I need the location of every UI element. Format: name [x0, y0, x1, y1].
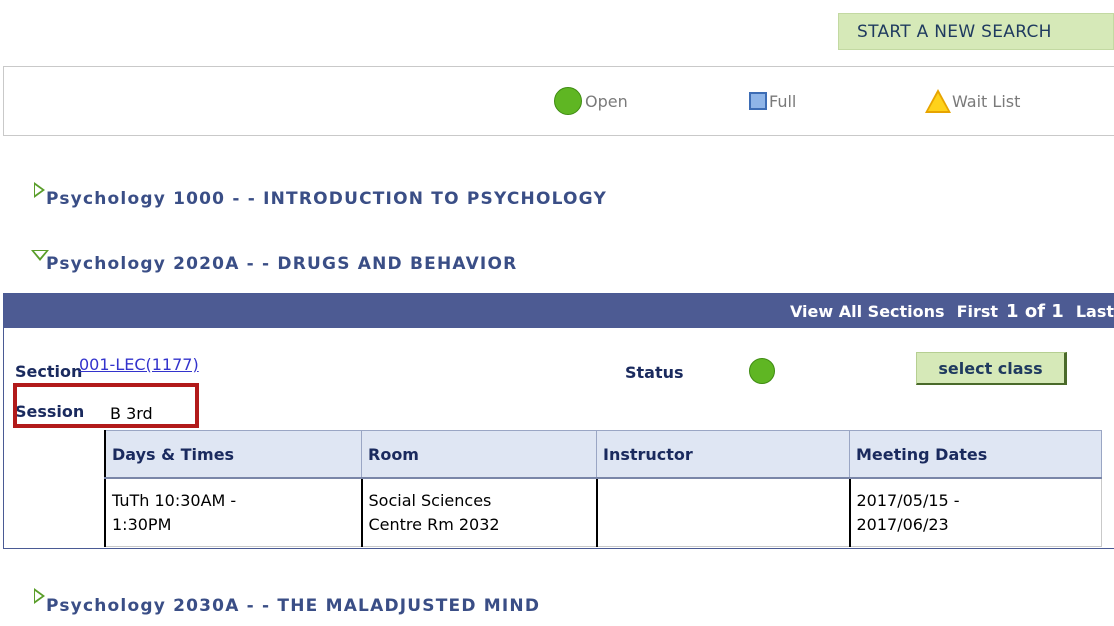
- legend-open-label: Open: [585, 91, 628, 111]
- start-new-search-button[interactable]: START A NEW SEARCH: [838, 13, 1114, 50]
- section-link[interactable]: 001-LEC(1177): [79, 355, 199, 374]
- legend-wait-label: Wait List: [952, 91, 1021, 111]
- course-expand-toggle-3[interactable]: [34, 588, 45, 604]
- open-status-icon: [554, 87, 582, 115]
- section-label: Section: [15, 362, 83, 381]
- session-highlight-box: [13, 383, 199, 428]
- last-page-link[interactable]: Last: [1076, 302, 1114, 321]
- legend-wait: Wait List: [925, 67, 1020, 135]
- status-legend: Open Full Wait List: [3, 66, 1114, 136]
- meeting-dates-cell: 2017/05/15 - 2017/06/23: [848, 478, 1102, 547]
- course-title-2[interactable]: Psychology 2020A - - DRUGS AND BEHAVIOR: [46, 254, 517, 274]
- page-indicator: 1 of 1: [1006, 300, 1064, 322]
- open-status-icon: [749, 358, 775, 384]
- legend-full: Full: [749, 67, 796, 135]
- expand-arrow-icon: [34, 182, 45, 198]
- days-times-cell: TuTh 10:30AM - 1:30PM: [104, 478, 362, 547]
- meeting-table: Days & Times Room Instructor Meeting Dat…: [104, 430, 1102, 547]
- column-header-days-times: Days & Times: [104, 430, 362, 479]
- meeting-dates-line: 2017/06/23: [856, 514, 949, 534]
- status-label: Status: [625, 363, 684, 382]
- full-status-icon: [749, 92, 767, 110]
- course-title-3[interactable]: Psychology 2030A - - THE MALADJUSTED MIN…: [46, 596, 540, 616]
- section-nav-bar: View All Sections First 1 of 1 Last: [4, 294, 1114, 328]
- legend-open: Open: [554, 67, 628, 135]
- column-header-instructor: Instructor: [596, 430, 850, 479]
- instructor-cell: [595, 478, 850, 547]
- legend-full-label: Full: [769, 91, 797, 111]
- wait-list-status-icon: [925, 89, 951, 113]
- room-line: Social Sciences: [368, 490, 492, 510]
- room-line: Centre Rm 2032: [368, 514, 500, 534]
- column-header-room: Room: [361, 430, 597, 479]
- column-header-meeting-dates: Meeting Dates: [849, 430, 1102, 479]
- days-times-line: TuTh 10:30AM -: [112, 490, 237, 510]
- first-page-link[interactable]: First: [957, 302, 998, 321]
- course-title-1[interactable]: Psychology 1000 - - INTRODUCTION TO PSYC…: [46, 189, 607, 209]
- room-cell: Social Sciences Centre Rm 2032: [360, 478, 597, 547]
- table-row: TuTh 10:30AM - 1:30PM Social Sciences Ce…: [104, 478, 1102, 547]
- meeting-dates-line: 2017/05/15 -: [856, 490, 960, 510]
- expand-arrow-icon: [34, 588, 45, 604]
- view-all-sections-link[interactable]: View All Sections: [790, 302, 945, 321]
- days-times-line: 1:30PM: [112, 514, 172, 534]
- course-expand-toggle-1[interactable]: [34, 182, 45, 198]
- select-class-button[interactable]: select class: [916, 352, 1067, 385]
